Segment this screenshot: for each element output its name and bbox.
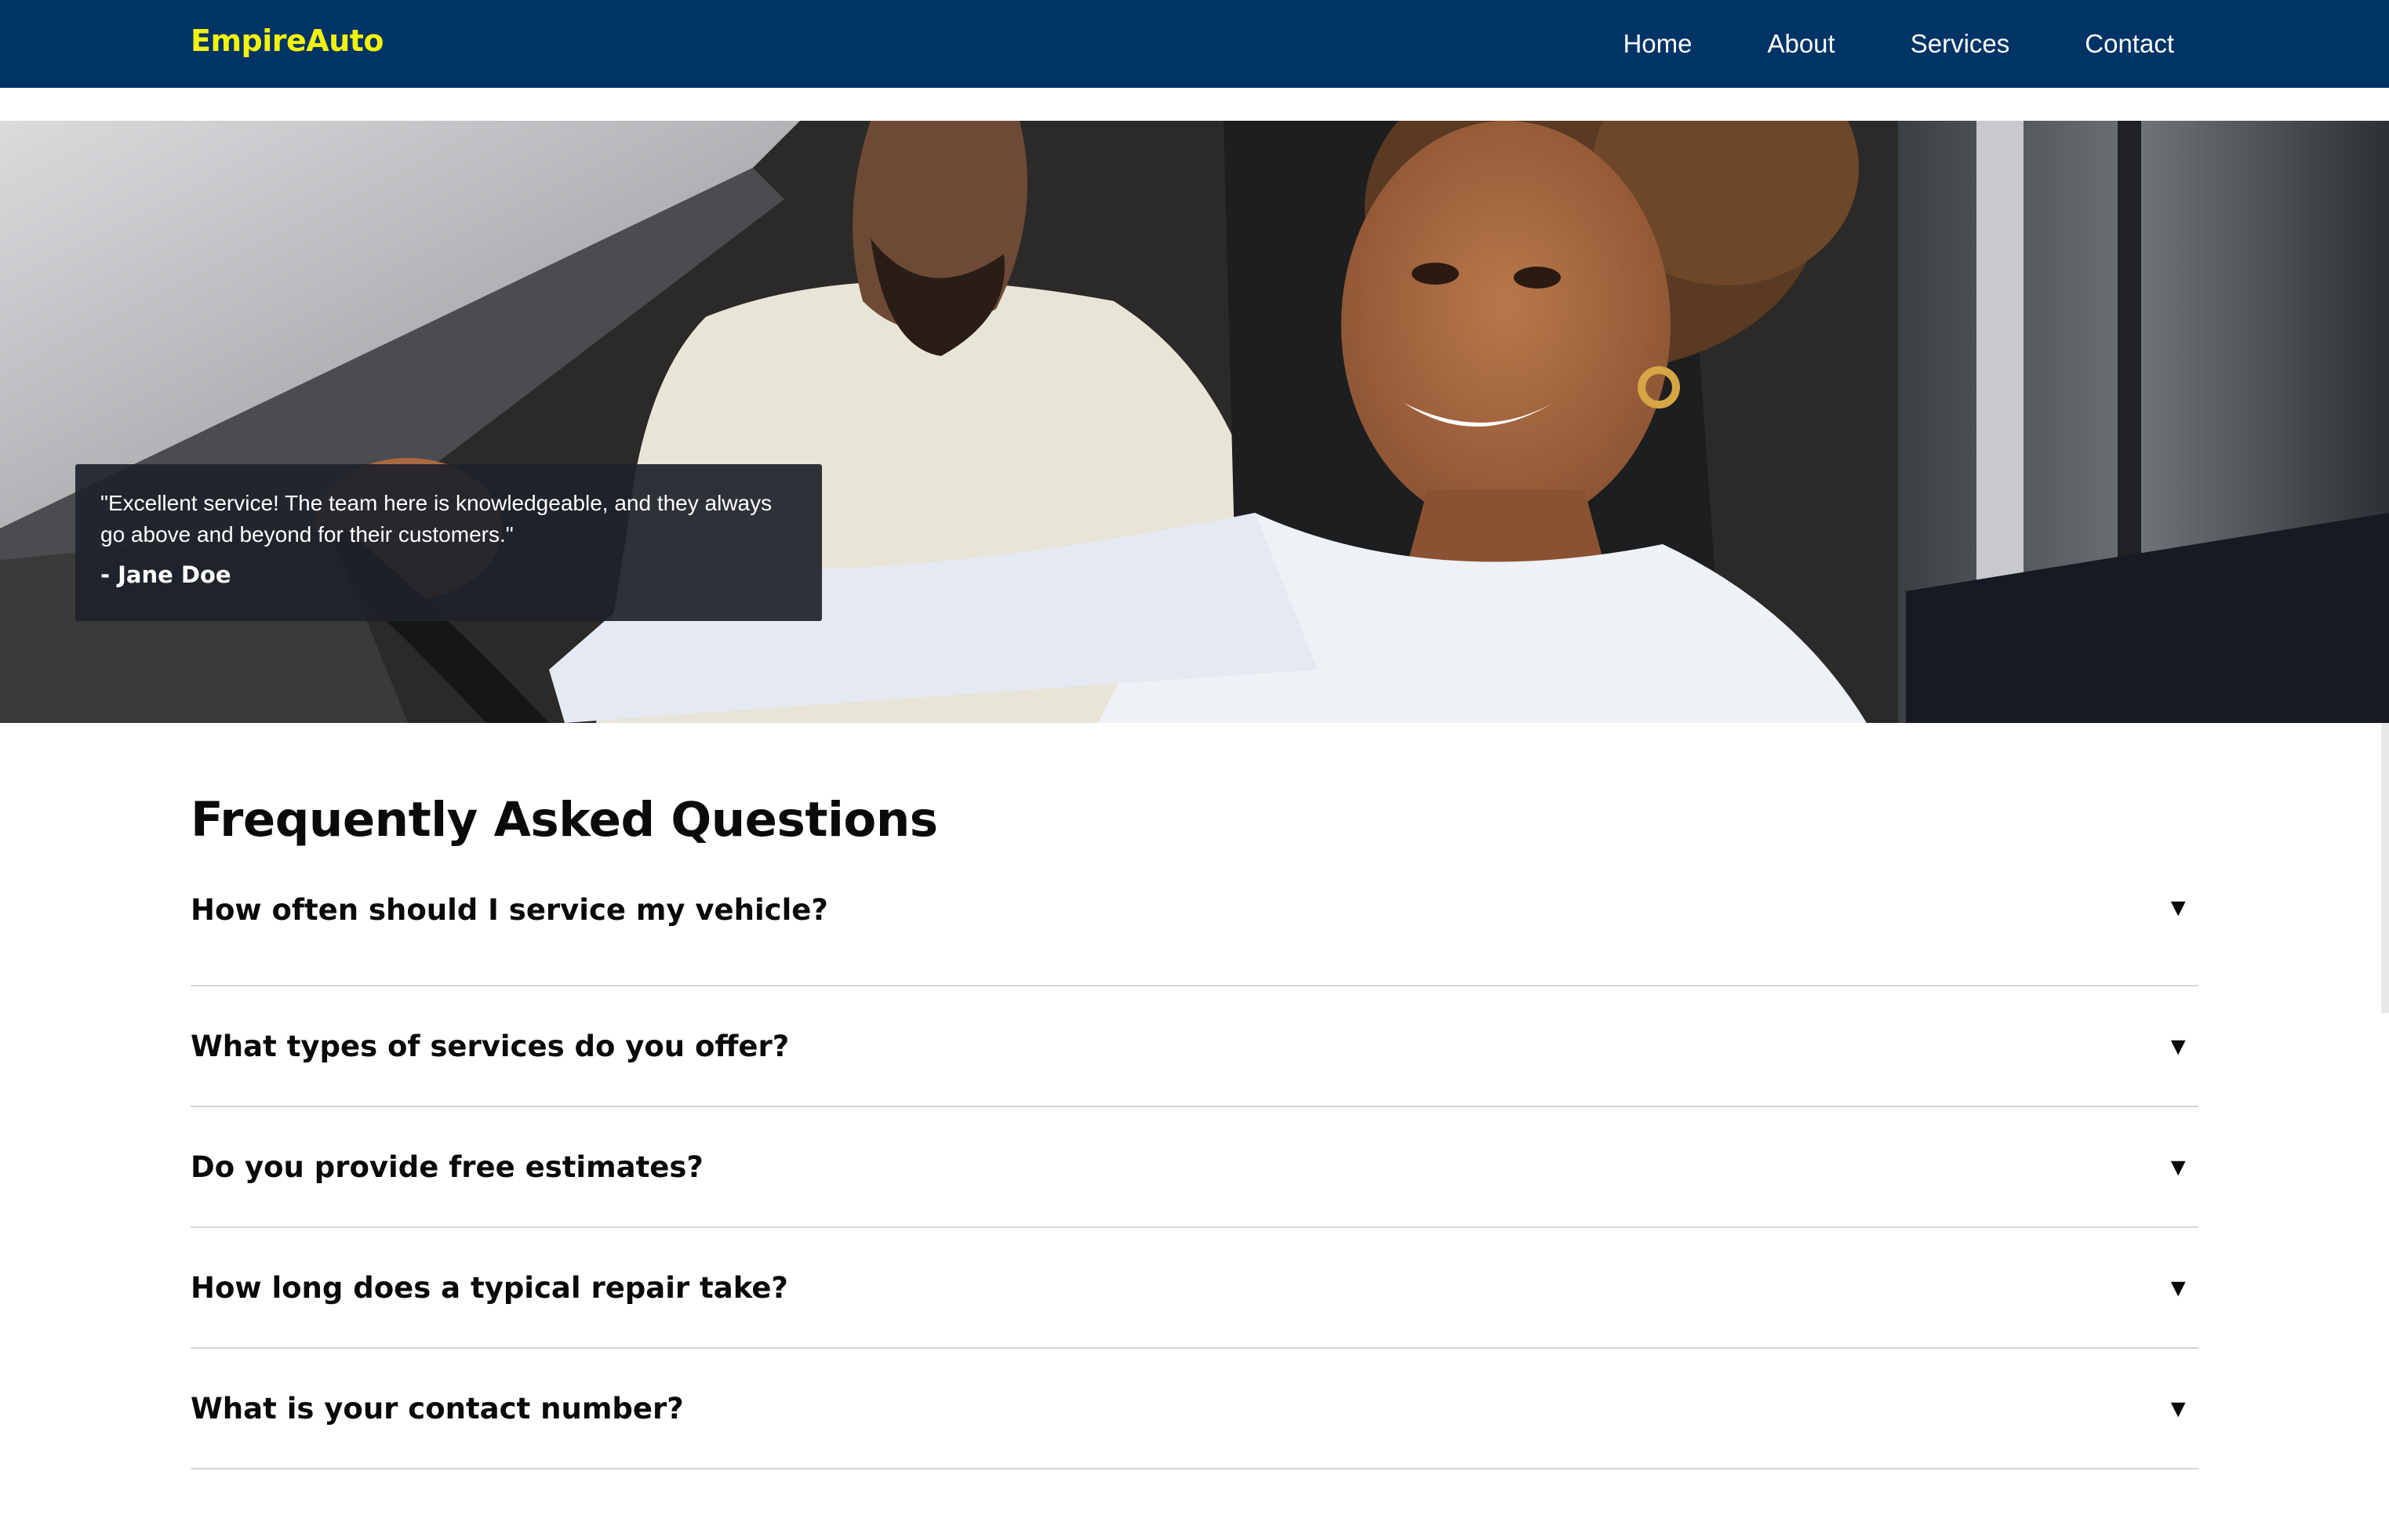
triangle-down-icon: ▼ [2165, 1393, 2191, 1422]
testimonial-author: - Jane Doe [100, 561, 231, 588]
triangle-down-icon: ▼ [2165, 1152, 2191, 1181]
faq-question: What types of services do you offer? [191, 1029, 790, 1063]
triangle-down-icon: ▼ [2165, 893, 2191, 921]
faq-question: How long does a typical repair take? [191, 1270, 788, 1305]
triangle-down-icon: ▼ [2165, 1273, 2191, 1302]
faq-item-service-types[interactable]: What types of services do you offer? ▼ [191, 986, 2198, 1107]
nav-home[interactable]: Home [1623, 29, 1692, 59]
faq-item-contact-number[interactable]: What is your contact number? ▼ [191, 1349, 2198, 1469]
hero-section: "Excellent service! The team here is kno… [0, 121, 2389, 723]
faq-title: Frequently Asked Questions [191, 792, 938, 848]
faq-item-free-estimates[interactable]: Do you provide free estimates? ▼ [191, 1107, 2198, 1228]
top-navbar: EmpireAuto Home About Services Contact [0, 0, 2389, 88]
faq-item-service-frequency[interactable]: How often should I service my vehicle? ▼ [191, 893, 2198, 986]
faq-section: Frequently Asked Questions How often sho… [191, 792, 2198, 1469]
brand-logo[interactable]: EmpireAuto [191, 24, 384, 58]
faq-list: How often should I service my vehicle? ▼… [191, 893, 2198, 1469]
faq-item-repair-duration[interactable]: How long does a typical repair take? ▼ [191, 1228, 2198, 1349]
nav-services[interactable]: Services [1911, 29, 2010, 59]
faq-question: What is your contact number? [191, 1391, 684, 1426]
testimonial-quote: "Excellent service! The team here is kno… [100, 491, 773, 547]
faq-question: Do you provide free estimates? [191, 1150, 704, 1184]
triangle-down-icon: ▼ [2165, 1031, 2191, 1060]
main-nav: Home About Services Contact [1623, 0, 2174, 88]
page-scrollbar[interactable] [2381, 723, 2389, 1013]
hero-photo [0, 121, 2389, 723]
testimonial-card: "Excellent service! The team here is kno… [75, 464, 822, 621]
nav-contact[interactable]: Contact [2085, 29, 2174, 59]
nav-about[interactable]: About [1767, 29, 1834, 59]
faq-question: How often should I service my vehicle? [191, 893, 828, 927]
